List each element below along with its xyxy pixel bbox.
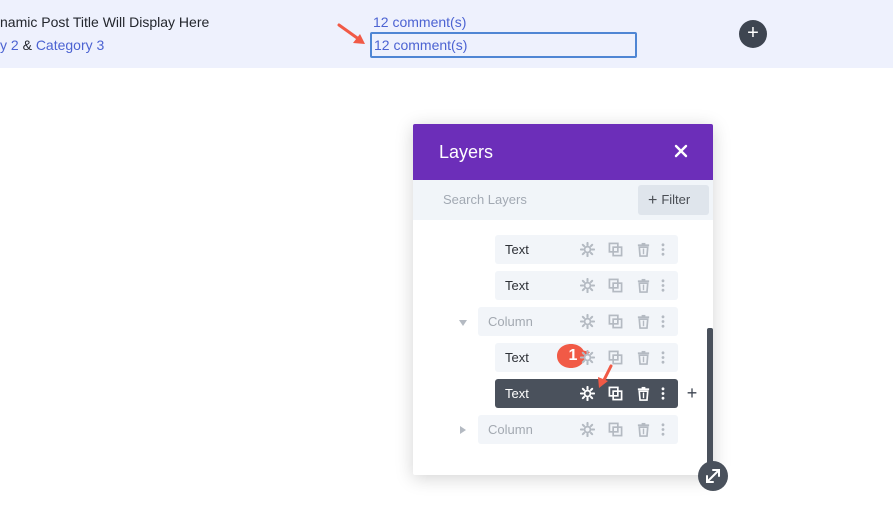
scrollbar[interactable] — [707, 328, 713, 473]
comments-module-selected[interactable]: 12 comment(s) — [370, 32, 637, 58]
trash-icon[interactable] — [636, 386, 651, 401]
filter-button[interactable]: + Filter — [638, 185, 709, 215]
layers-search-bar: Search Layers + Filter — [413, 180, 713, 220]
post-title: namic Post Title Will Display Here — [0, 14, 210, 30]
add-module-button[interactable]: + — [739, 20, 767, 48]
plus-icon: + — [648, 192, 658, 209]
filter-label: Filter — [661, 192, 691, 207]
layers-modal-header: Layers — [413, 124, 713, 180]
more-icon[interactable] — [659, 386, 674, 401]
trash-icon[interactable] — [636, 314, 651, 329]
caret-down-icon[interactable] — [458, 318, 468, 328]
duplicate-icon[interactable] — [608, 422, 623, 437]
gear-icon[interactable] — [580, 242, 595, 257]
layer-label: Text — [505, 278, 529, 293]
duplicate-icon[interactable] — [608, 350, 623, 365]
layers-modal-title: Layers — [439, 142, 494, 162]
layer-label: Text — [505, 386, 529, 401]
comments-link[interactable]: 12 comment(s) — [373, 14, 466, 30]
trash-icon[interactable] — [636, 422, 651, 437]
gear-icon[interactable] — [580, 422, 595, 437]
more-icon[interactable] — [659, 350, 674, 365]
more-icon[interactable] — [659, 278, 674, 293]
close-button[interactable] — [671, 141, 691, 161]
duplicate-icon[interactable] — [608, 314, 623, 329]
layer-label: Column — [488, 314, 533, 329]
resize-icon — [706, 469, 720, 483]
add-layer-button[interactable]: + — [684, 384, 700, 402]
close-icon — [674, 144, 688, 158]
duplicate-icon[interactable] — [608, 386, 623, 401]
more-icon[interactable] — [659, 314, 674, 329]
layer-label: Text — [505, 350, 529, 365]
category-separator: & — [18, 37, 36, 53]
post-preview-strip: namic Post Title Will Display Here y 2 &… — [0, 0, 893, 68]
more-icon[interactable] — [659, 422, 674, 437]
gear-icon[interactable] — [580, 314, 595, 329]
gear-icon[interactable] — [580, 350, 595, 365]
layer-label: Text — [505, 242, 529, 257]
search-input[interactable]: Search Layers — [443, 192, 527, 207]
duplicate-icon[interactable] — [608, 278, 623, 293]
trash-icon[interactable] — [636, 242, 651, 257]
category-3-link[interactable]: Category 3 — [36, 37, 104, 53]
gear-icon[interactable] — [580, 386, 595, 401]
duplicate-icon[interactable] — [608, 242, 623, 257]
pointer-arrow-icon — [337, 23, 365, 44]
post-categories: y 2 & Category 3 — [0, 37, 104, 53]
category-2-link[interactable]: y 2 — [0, 37, 19, 53]
trash-icon[interactable] — [636, 278, 651, 293]
resize-handle[interactable] — [698, 461, 728, 491]
trash-icon[interactable] — [636, 350, 651, 365]
gear-icon[interactable] — [580, 278, 595, 293]
layer-label: Column — [488, 422, 533, 437]
more-icon[interactable] — [659, 242, 674, 257]
caret-right-icon[interactable] — [458, 425, 468, 435]
